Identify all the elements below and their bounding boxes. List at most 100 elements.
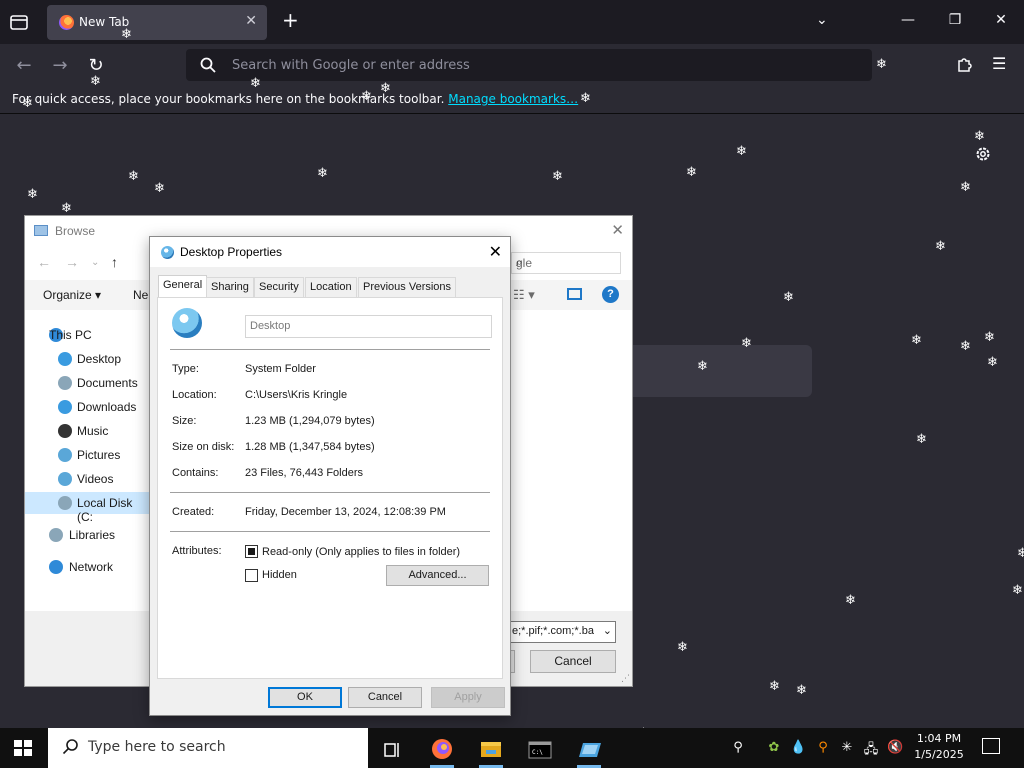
resize-grip-icon[interactable]: ⋰ (621, 674, 630, 684)
tree-item-label: Music (77, 424, 109, 438)
back-arrow-icon[interactable]: ← (37, 254, 51, 270)
forward-arrow-icon[interactable]: → (50, 55, 70, 76)
snowflake-icon: ❄ (911, 333, 922, 348)
tree-item[interactable]: Documents (25, 372, 150, 394)
tree-item[interactable]: Music (25, 420, 150, 442)
properties-close-icon[interactable]: ✕ (489, 242, 502, 262)
snowflake-icon: ❄ (783, 290, 794, 305)
preview-pane-icon[interactable] (567, 288, 582, 300)
tab-security[interactable]: Security (254, 277, 304, 297)
size-on-disk-value: 1.28 MB (1,347,584 bytes) (245, 441, 375, 453)
tree-item[interactable]: This PC (25, 324, 150, 346)
apply-button[interactable]: Apply (431, 687, 505, 708)
videos-folder-icon (58, 472, 72, 486)
network-sparkle-icon[interactable]: ✳ (839, 740, 855, 755)
file-type-filter-value: e;*.pif;*.com;*.ba (512, 625, 594, 637)
tree-item[interactable]: Downloads (25, 396, 150, 418)
desktop-folder-icon (58, 352, 72, 366)
taskbar: Type here to search C:\ ⚲ ✿ 💧 ⚲ ✳ 🖧 🔇 1:… (0, 728, 1024, 768)
tab-close-icon[interactable]: ✕ (245, 13, 257, 29)
tree-item[interactable]: Videos (25, 468, 150, 490)
network-icon[interactable]: 🖧 (863, 740, 879, 762)
control-panel-taskbar-icon[interactable] (569, 733, 609, 768)
clock[interactable]: 1:04 PM 1/5/2025 (908, 731, 970, 763)
minimize-button[interactable]: — (898, 12, 918, 28)
organize-button[interactable]: Organize ▾ (43, 288, 101, 302)
help-icon[interactable]: ? (602, 286, 619, 303)
notifications-icon[interactable] (982, 738, 1000, 754)
new-tab-button[interactable]: + (282, 10, 299, 30)
divider (170, 531, 490, 532)
tree-item-label: Downloads (77, 400, 137, 414)
file-explorer-taskbar-icon[interactable] (471, 733, 511, 768)
search-tray-icon[interactable]: ⚲ (815, 740, 831, 755)
ok-button[interactable]: OK (268, 687, 342, 708)
svg-text:C:\: C:\ (532, 749, 543, 756)
tab-new-tab[interactable]: New Tab ✕ (47, 5, 267, 40)
general-panel: Desktop Type: System Folder Location: C:… (157, 297, 503, 679)
manage-bookmarks-link[interactable]: Manage bookmarks… (448, 92, 578, 106)
recent-chevron-icon[interactable]: ⌄ (91, 257, 99, 268)
volume-muted-icon[interactable]: 🔇 (887, 740, 903, 755)
snowflake-icon: ❄ (154, 181, 165, 196)
up-arrow-icon[interactable]: ↑ (111, 254, 118, 270)
tree-item[interactable]: Network (25, 556, 150, 578)
tab-bar: New Tab ✕ + ⌄ — ❐ ✕ (0, 0, 1024, 44)
back-arrow-icon[interactable]: ← (14, 55, 34, 76)
dropbox-icon[interactable]: 💧 (790, 740, 806, 755)
tree-item-label: Desktop (77, 352, 122, 366)
type-value: System Folder (245, 363, 316, 375)
cancel-button[interactable]: Cancel (348, 687, 422, 708)
tree-item-label: Pictures (77, 448, 121, 462)
app-menu-icon[interactable]: ☰ (992, 54, 1006, 73)
music-folder-icon (58, 424, 72, 438)
new-folder-button[interactable]: Ne (133, 288, 148, 302)
maximize-button[interactable]: ❐ (945, 12, 965, 28)
folder-name-field[interactable]: Desktop (245, 315, 492, 338)
task-view-icon[interactable] (372, 733, 412, 768)
close-window-button[interactable]: ✕ (991, 12, 1011, 28)
location-label: Location: (172, 389, 217, 401)
snowflake-icon: ❄ (22, 96, 33, 111)
gear-icon[interactable] (974, 145, 992, 163)
properties-dialog: Desktop Properties ✕ General Sharing Sec… (149, 236, 511, 716)
readonly-checkbox[interactable] (245, 545, 258, 558)
browse-cancel-button[interactable]: Cancel (530, 650, 616, 673)
firefox-taskbar-icon[interactable] (422, 733, 462, 768)
terminal-taskbar-icon[interactable]: C:\ (520, 733, 560, 768)
search-icon: ⌕ (516, 255, 523, 269)
network-icon (49, 560, 63, 574)
search-icon (200, 57, 216, 73)
snowflake-icon: ❄ (960, 339, 971, 354)
tab-sharing[interactable]: Sharing (206, 277, 254, 297)
windows-start-icon[interactable] (14, 740, 32, 756)
tree-item[interactable]: Desktop (25, 348, 150, 370)
taskbar-search-box[interactable]: Type here to search (48, 728, 368, 768)
hidden-checkbox[interactable] (245, 569, 258, 582)
app-tray-icon[interactable]: ✿ (766, 740, 782, 755)
browse-close-icon[interactable]: ✕ (611, 221, 624, 239)
firefox-view-icon[interactable] (8, 11, 30, 33)
tab-general[interactable]: General (158, 275, 208, 298)
forward-arrow-icon[interactable]: → (65, 254, 79, 270)
extensions-puzzle-icon[interactable] (956, 55, 974, 73)
file-type-filter[interactable]: e;*.pif;*.com;*.ba ⌄ (509, 621, 616, 643)
list-all-tabs-chevron-icon[interactable]: ⌄ (816, 12, 828, 28)
url-input[interactable] (232, 55, 832, 75)
advanced-button[interactable]: Advanced... (386, 565, 489, 586)
snowflake-icon: ❄ (317, 166, 328, 181)
search-icon (62, 739, 78, 755)
reload-icon[interactable]: ↻ (86, 55, 106, 76)
people-icon[interactable]: ⚲ (730, 740, 746, 755)
tree-item[interactable]: Pictures (25, 444, 150, 466)
bookmarks-message: For quick access, place your bookmarks h… (12, 92, 578, 106)
tree-item[interactable]: Libraries (25, 524, 150, 546)
tab-previous-versions[interactable]: Previous Versions (358, 277, 457, 297)
view-options-icon[interactable]: ☷ ▾ (513, 287, 535, 303)
tree-item[interactable]: Local Disk (C: (25, 492, 150, 524)
url-bar[interactable] (186, 49, 872, 81)
tab-location[interactable]: Location (305, 277, 357, 297)
tree-item-label: Local Disk (C: (77, 496, 133, 524)
divider (170, 349, 490, 350)
browse-search-box[interactable]: gle ⌕ (511, 252, 621, 274)
